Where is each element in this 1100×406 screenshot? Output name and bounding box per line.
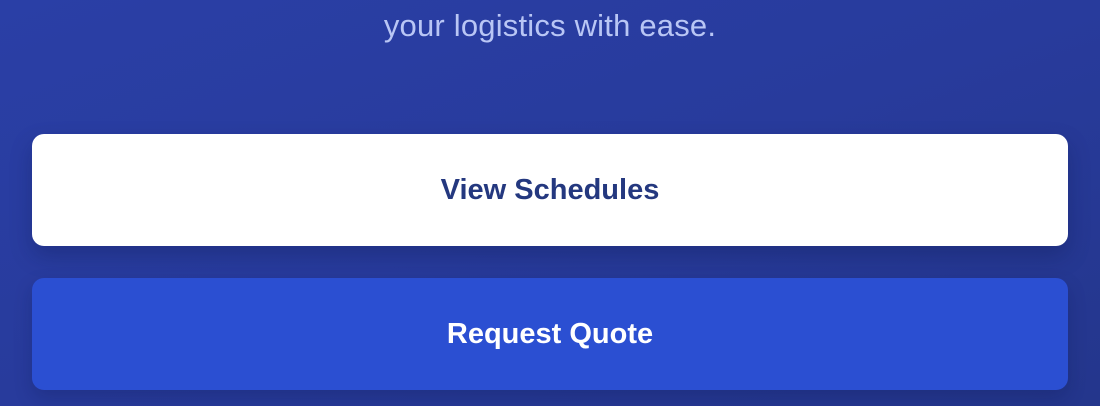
request-quote-button[interactable]: Request Quote [32,278,1068,390]
hero-subtitle: your logistics with ease. [383,8,717,43]
view-schedules-button[interactable]: View Schedules [32,134,1068,246]
